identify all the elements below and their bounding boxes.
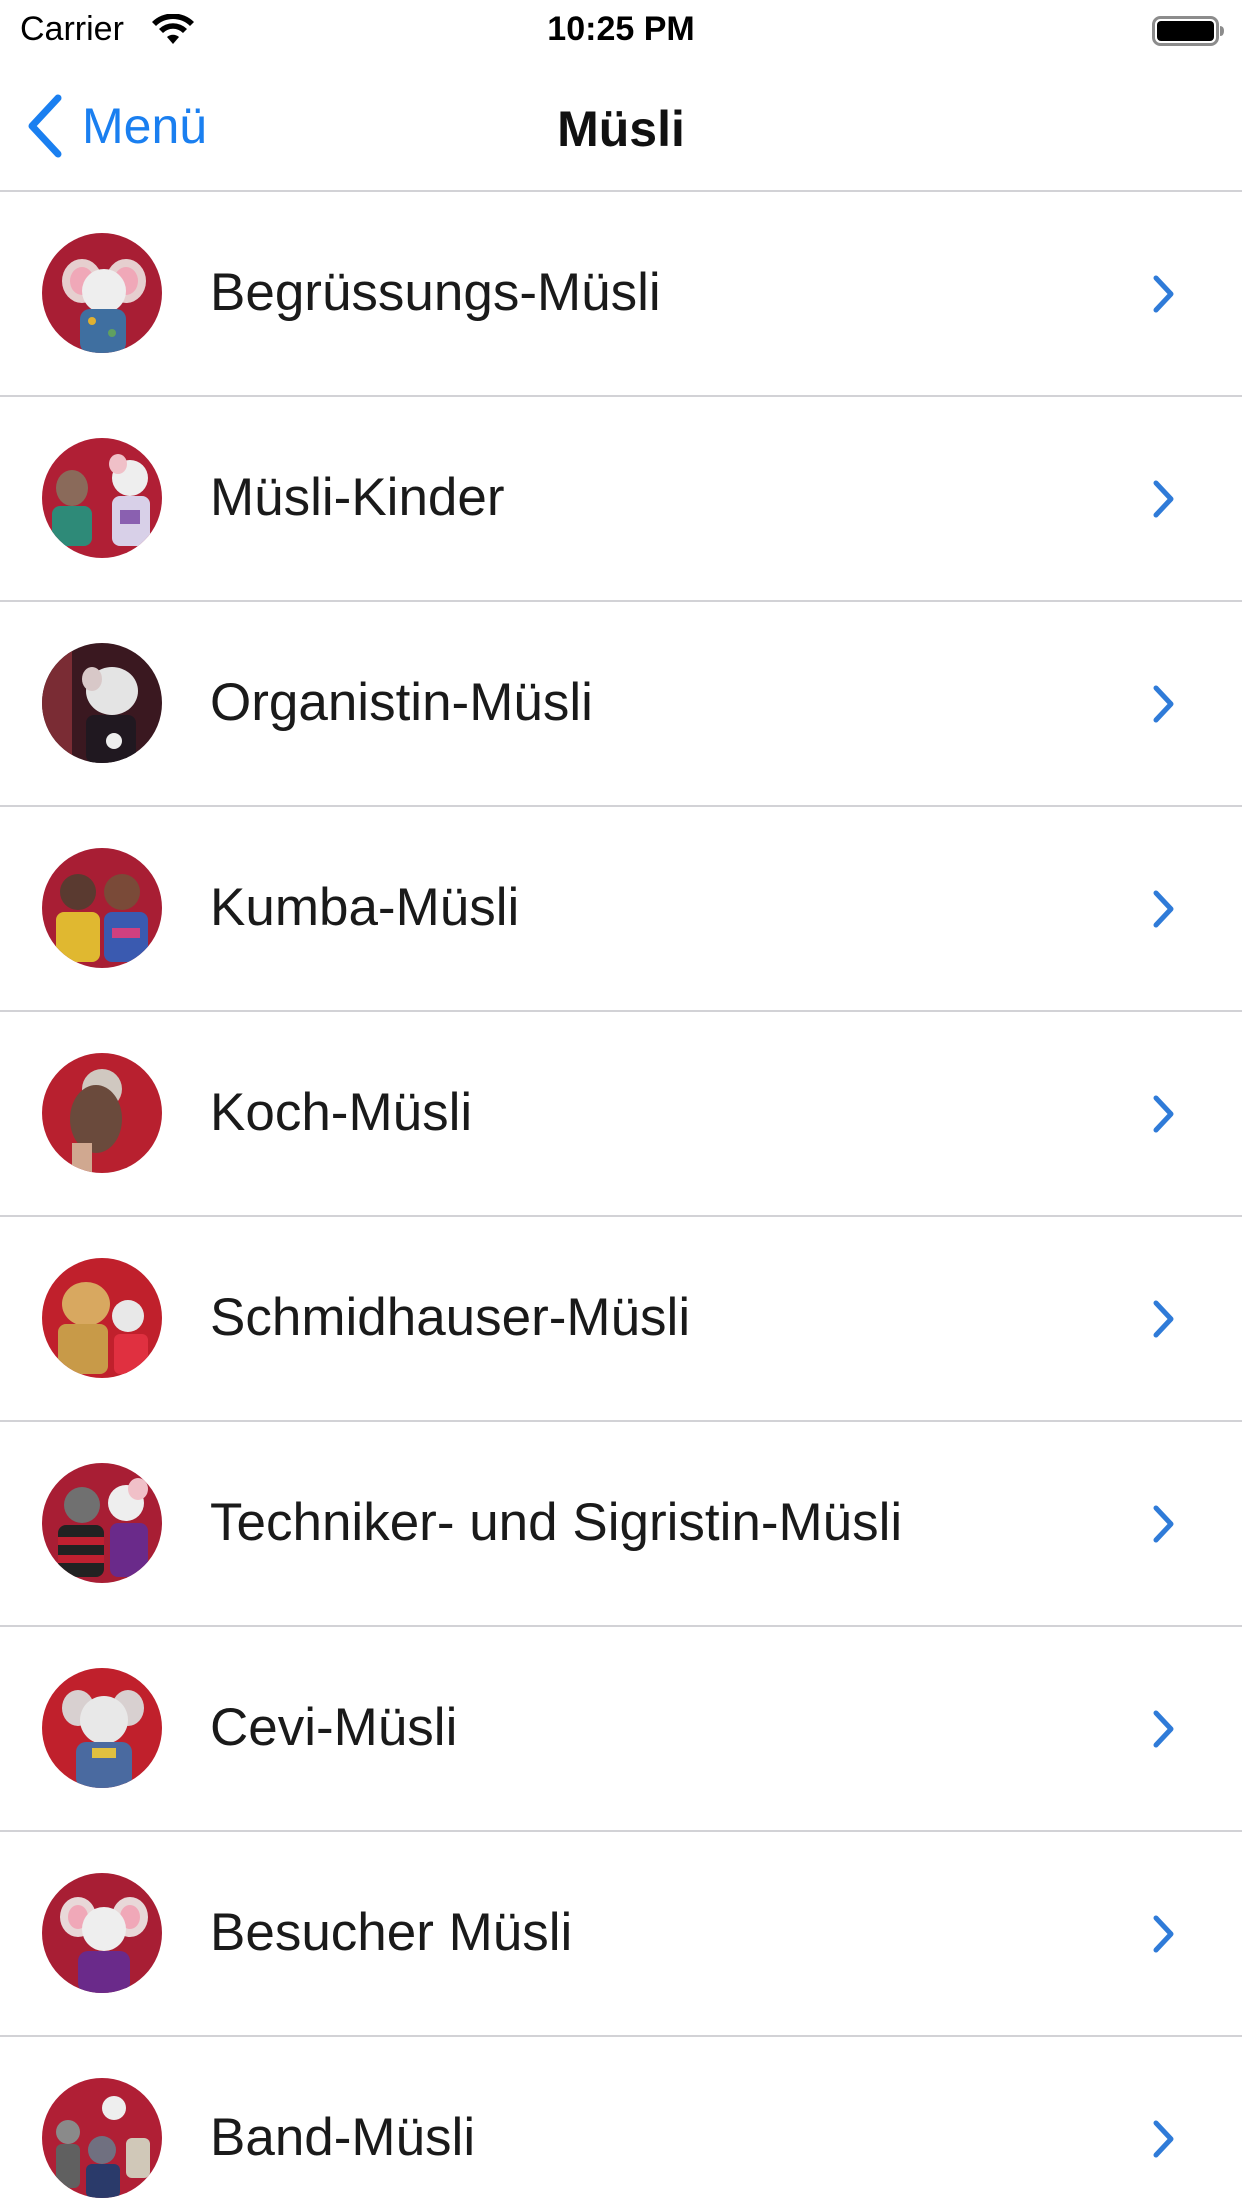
- list-item-label: Techniker- und Sigristin-Müsli: [210, 1493, 903, 1552]
- list-item[interactable]: Band-Müsli: [0, 2037, 1242, 2208]
- avatar: [42, 848, 162, 968]
- list-item-label: Schmidhauser-Müsli: [210, 1288, 691, 1347]
- list-item[interactable]: Müsli-Kinder: [0, 397, 1242, 602]
- status-time: 10:25 PM: [547, 10, 695, 48]
- avatar: [42, 1258, 162, 1378]
- navigation-bar: Menü Müsli: [0, 62, 1242, 192]
- list-item[interactable]: Cevi-Müsli: [0, 1627, 1242, 1832]
- chevron-right-icon: [1153, 480, 1174, 518]
- chevron-right-icon: [1153, 1505, 1174, 1543]
- list-item[interactable]: Begrüssungs-Müsli: [0, 192, 1242, 397]
- list-item-label: Band-Müsli: [210, 2108, 476, 2167]
- avatar: [42, 1463, 162, 1583]
- avatar: [42, 2078, 162, 2198]
- list-item-label: Cevi-Müsli: [210, 1698, 458, 1757]
- chevron-right-icon: [1153, 1095, 1174, 1133]
- chevron-right-icon: [1153, 275, 1174, 313]
- list-item[interactable]: Kumba-Müsli: [0, 807, 1242, 1012]
- avatar: [42, 643, 162, 763]
- list-item[interactable]: Techniker- und Sigristin-Müsli: [0, 1422, 1242, 1627]
- list-item[interactable]: Organistin-Müsli: [0, 602, 1242, 807]
- list-item[interactable]: Besucher Müsli: [0, 1832, 1242, 2037]
- chevron-right-icon: [1153, 890, 1174, 928]
- list-item-label: Begrüssungs-Müsli: [210, 263, 661, 322]
- chevron-right-icon: [1153, 1300, 1174, 1338]
- status-bar: Carrier 10:25 PM: [0, 0, 1242, 62]
- avatar: [42, 1668, 162, 1788]
- list-item-label: Koch-Müsli: [210, 1083, 473, 1142]
- chevron-right-icon: [1153, 1710, 1174, 1748]
- chevron-right-icon: [1153, 1915, 1174, 1953]
- screen: Carrier 10:25 PM Menü Müsli Begrüssungs-…: [0, 0, 1242, 2208]
- list-item-label: Besucher Müsli: [210, 1903, 573, 1962]
- avatar: [42, 233, 162, 353]
- avatar: [42, 1053, 162, 1173]
- page-title: Müsli: [557, 101, 685, 157]
- chevron-right-icon: [1153, 2120, 1174, 2158]
- list-item-label: Müsli-Kinder: [210, 468, 505, 527]
- chevron-right-icon: [1153, 685, 1174, 723]
- avatar: [42, 438, 162, 558]
- list-item[interactable]: Schmidhauser-Müsli: [0, 1217, 1242, 1422]
- musli-list: Begrüssungs-Müsli Müsli-Kinder Organisti…: [0, 192, 1242, 2208]
- list-item[interactable]: Koch-Müsli: [0, 1012, 1242, 1217]
- list-item-label: Kumba-Müsli: [210, 878, 520, 937]
- avatar: [42, 1873, 162, 1993]
- battery-icon: [1152, 16, 1224, 46]
- list-item-label: Organistin-Müsli: [210, 673, 593, 732]
